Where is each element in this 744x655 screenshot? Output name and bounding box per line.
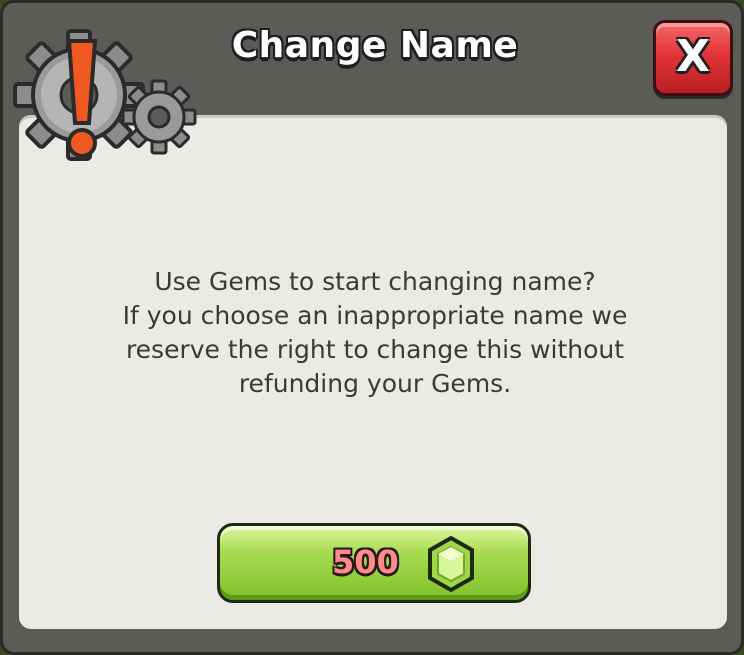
message-line: Use Gems to start changing name? <box>154 267 596 296</box>
dialog-title: Change Name <box>231 25 519 66</box>
gem-icon <box>428 535 474 593</box>
message-line: refunding your Gems. <box>238 369 512 398</box>
close-icon: X <box>676 31 710 82</box>
change-name-dialog: Change Name X Use Gems to start changing… <box>0 0 744 655</box>
gem-price: 500 <box>332 543 399 581</box>
buy-with-gems-button[interactable]: 500 <box>217 523 531 603</box>
close-button[interactable]: X <box>653 20 733 96</box>
message-line: reserve the right to change this without <box>125 335 625 364</box>
message-line: If you choose an inappropriate name we <box>122 301 628 330</box>
dialog-message: Use Gems to start changing name? If you … <box>63 265 687 401</box>
